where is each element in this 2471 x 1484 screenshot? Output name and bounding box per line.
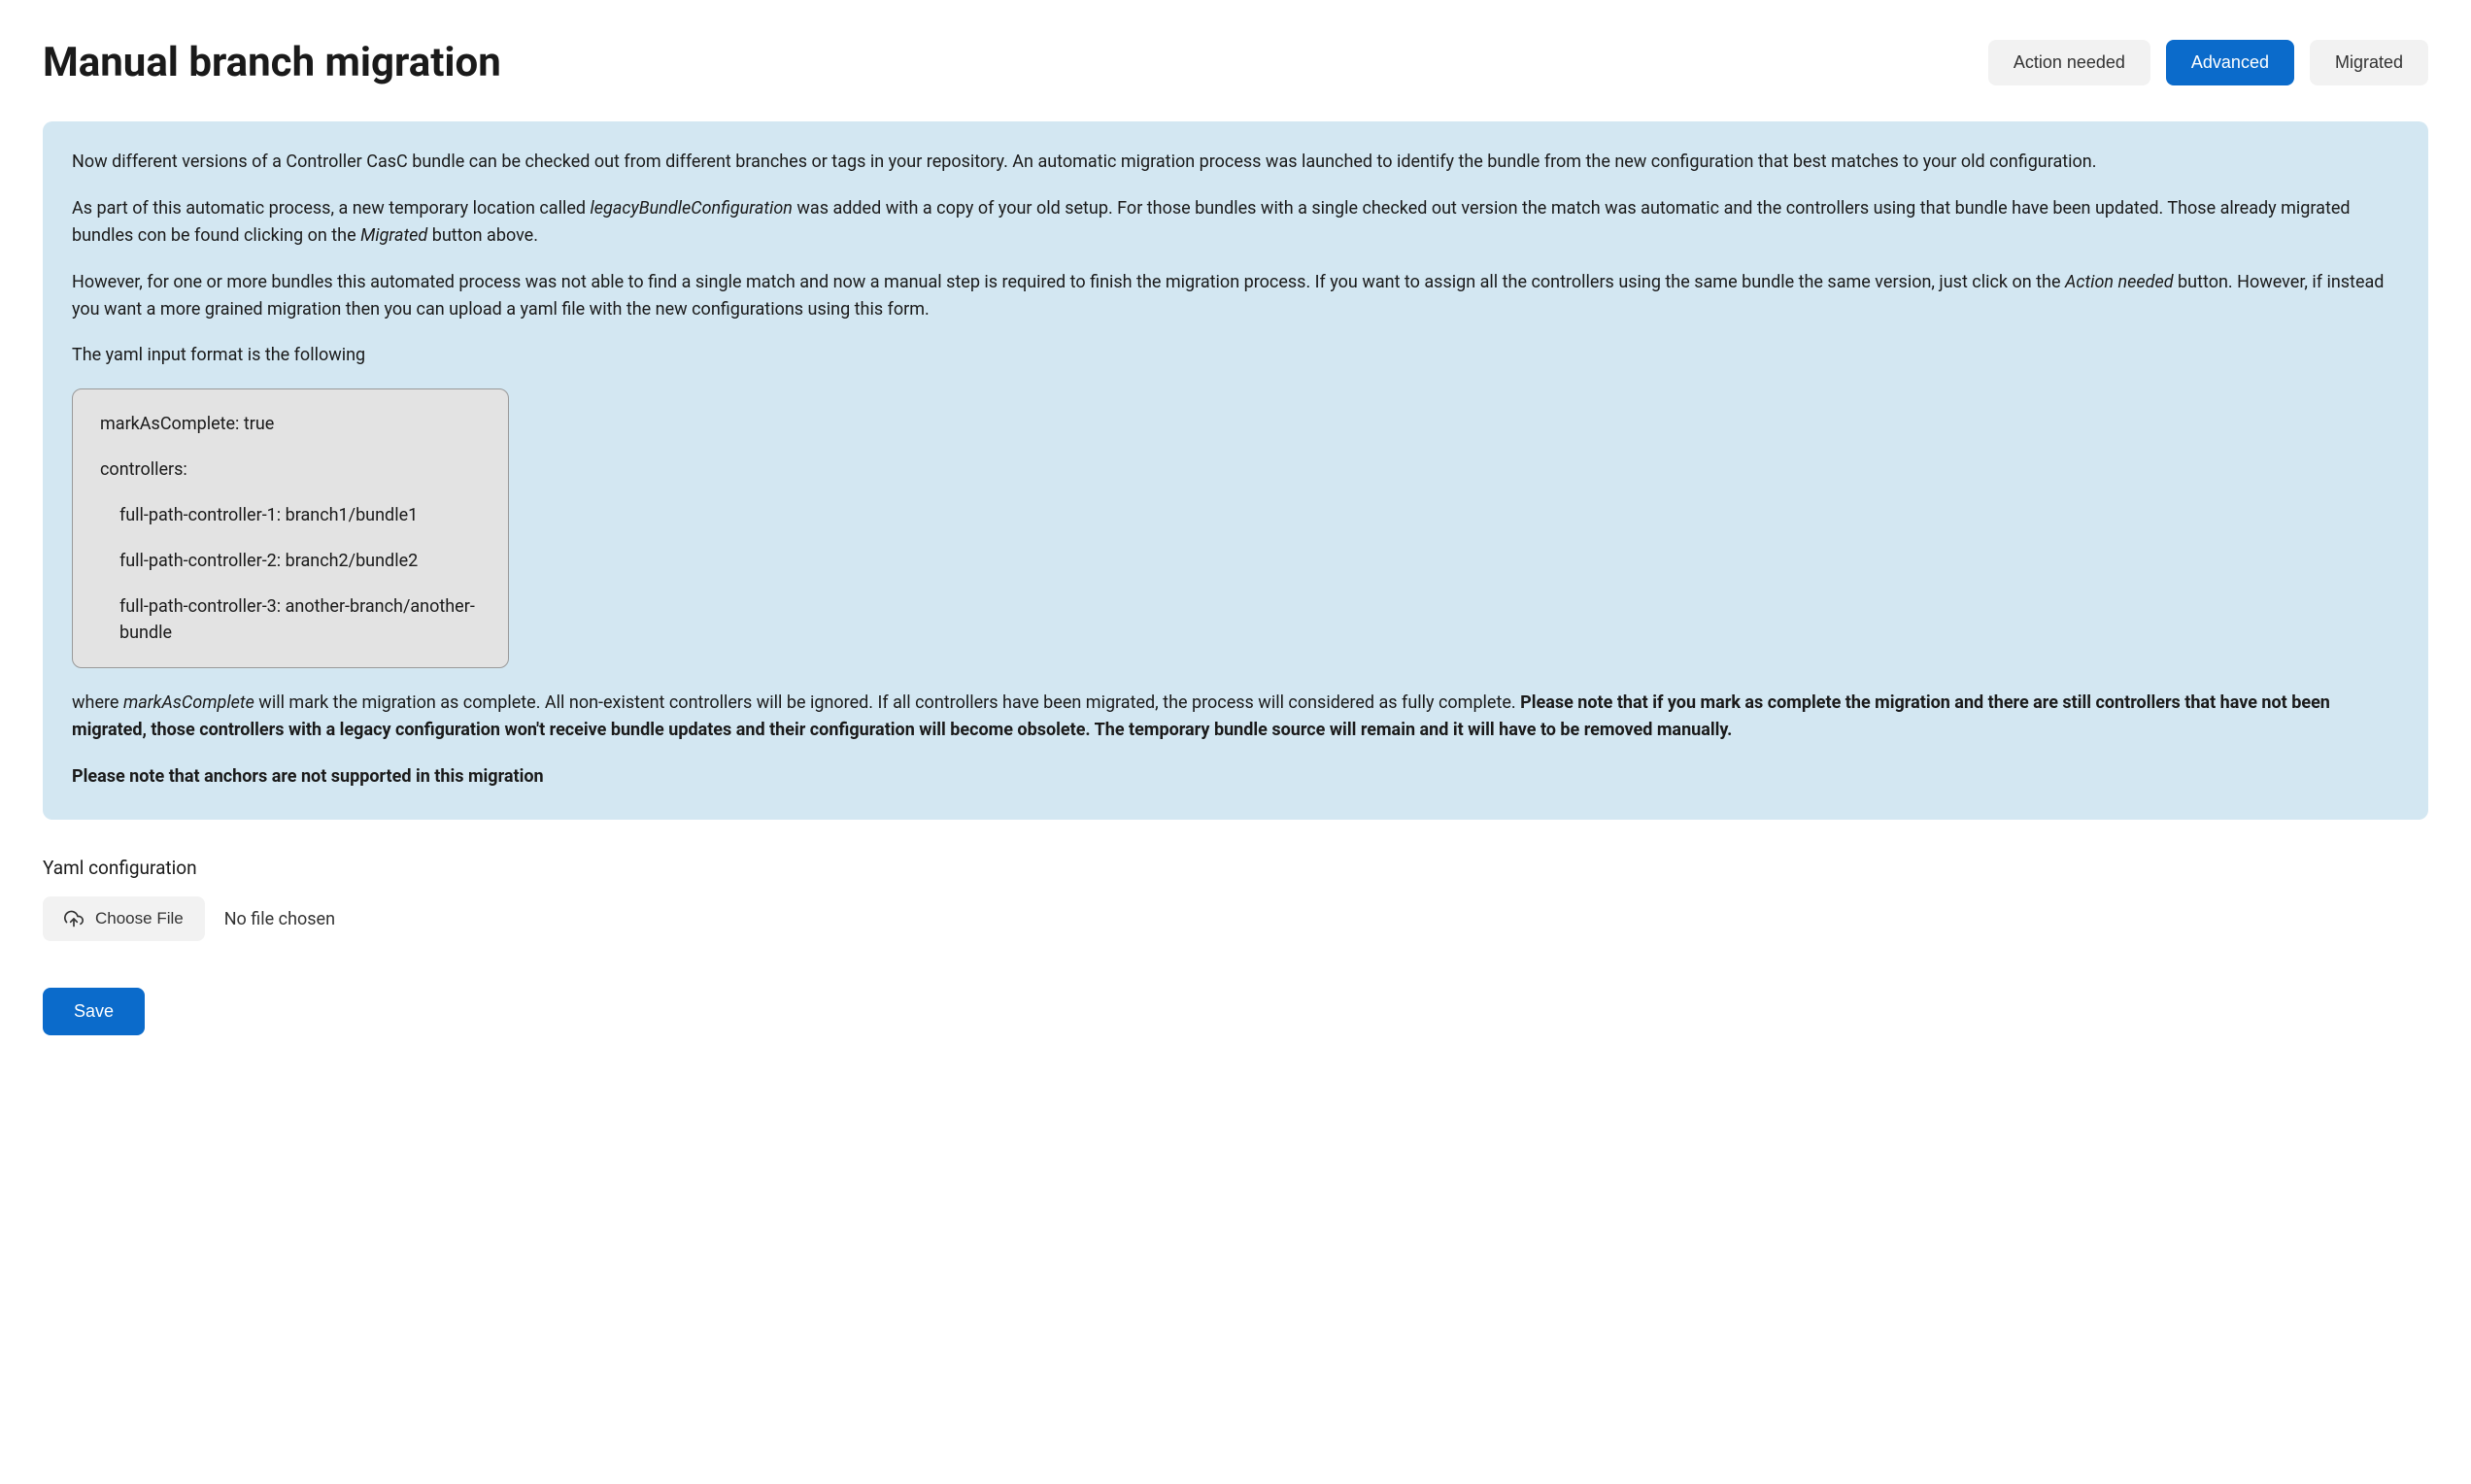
text: will mark the migration as complete. All… — [254, 692, 1520, 713]
text-italic: Action needed — [2065, 272, 2174, 292]
info-paragraph-1: Now different versions of a Controller C… — [72, 149, 2399, 176]
text: As part of this automatic process, a new… — [72, 198, 591, 219]
no-file-chosen-text: No file chosen — [224, 909, 335, 929]
tabs: Action needed Advanced Migrated — [1988, 40, 2428, 85]
yaml-line: markAsComplete: true — [100, 411, 481, 437]
text: However, for one or more bundles this au… — [72, 272, 2065, 292]
tab-action-needed[interactable]: Action needed — [1988, 40, 2150, 85]
text: button above. — [427, 225, 538, 246]
info-paragraph-2: As part of this automatic process, a new… — [72, 195, 2399, 250]
info-paragraph-3: However, for one or more bundles this au… — [72, 269, 2399, 323]
info-paragraph-4: The yaml input format is the following — [72, 342, 2399, 369]
text: where — [72, 692, 123, 713]
choose-file-button[interactable]: Choose File — [43, 896, 205, 941]
text-italic: legacyBundleConfiguration — [591, 198, 793, 219]
yaml-line: full-path-controller-3: another-branch/a… — [100, 593, 481, 646]
yaml-line: controllers: — [100, 456, 481, 483]
save-button[interactable]: Save — [43, 988, 145, 1035]
yaml-example-block: markAsComplete: true controllers: full-p… — [72, 388, 509, 668]
info-paragraph-6: Please note that anchors are not support… — [72, 763, 2399, 791]
yaml-line: full-path-controller-2: branch2/bundle2 — [100, 548, 481, 574]
info-paragraph-5: where markAsComplete will mark the migra… — [72, 690, 2399, 744]
text-italic: Migrated — [360, 225, 427, 246]
tab-migrated[interactable]: Migrated — [2310, 40, 2428, 85]
choose-file-label: Choose File — [95, 909, 184, 928]
info-panel: Now different versions of a Controller C… — [43, 121, 2428, 820]
tab-advanced[interactable]: Advanced — [2166, 40, 2294, 85]
text-italic: markAsComplete — [123, 692, 254, 713]
page-title: Manual branch migration — [43, 39, 501, 86]
upload-cloud-icon — [64, 909, 84, 928]
file-input-row: Choose File No file chosen — [43, 896, 2428, 941]
yaml-config-label: Yaml configuration — [43, 857, 2428, 879]
yaml-line: full-path-controller-1: branch1/bundle1 — [100, 502, 481, 528]
